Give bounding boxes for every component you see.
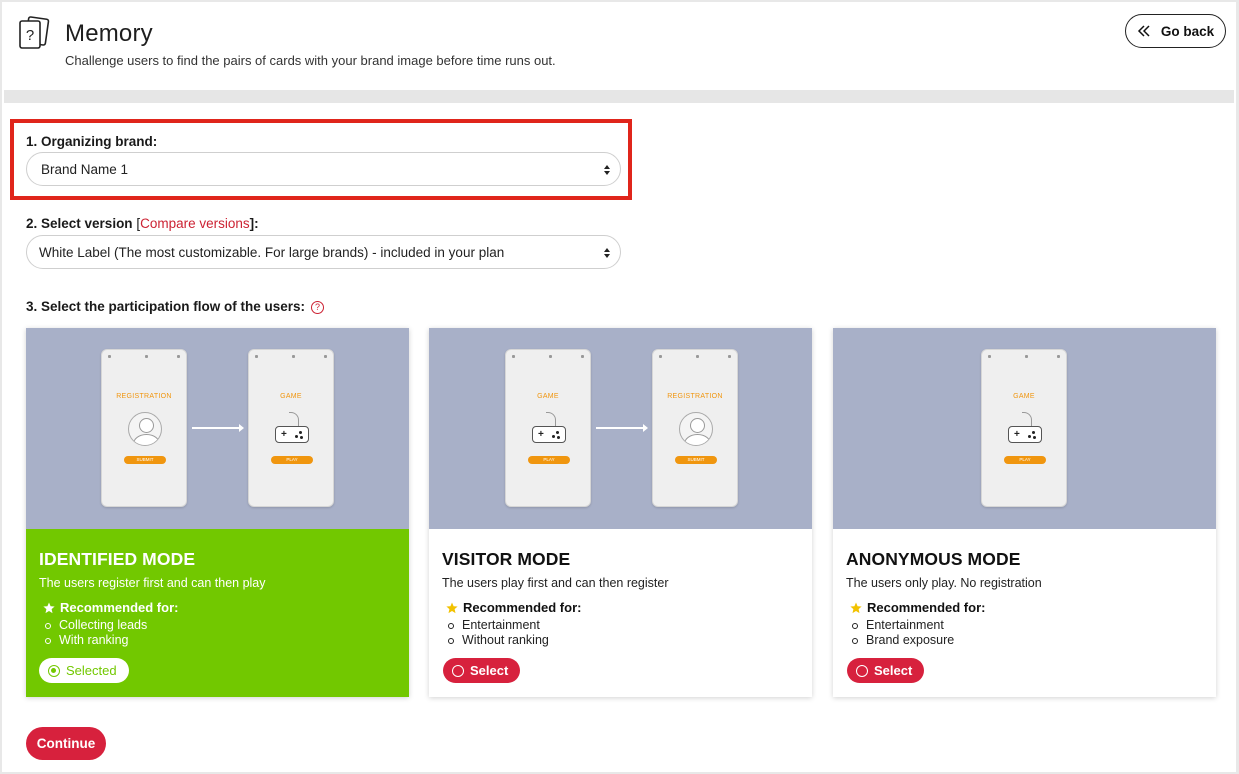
phone-button: SUBMIT (124, 456, 166, 464)
flow-arrow-icon (192, 424, 244, 432)
recommended-heading: Recommended for: (850, 600, 985, 615)
gamepad-icon: + (275, 426, 309, 443)
recommended-label: Recommended for: (60, 600, 179, 615)
memory-cards-icon: ? (19, 16, 50, 49)
radio-unchecked-icon (452, 664, 464, 677)
recommended-heading: Recommended for: (43, 600, 178, 615)
phone-title: GAME (280, 393, 302, 400)
svg-text:?: ? (26, 27, 34, 44)
star-icon (43, 602, 55, 613)
selected-button[interactable]: Selected (39, 658, 129, 683)
go-back-button[interactable]: Go back (1125, 14, 1226, 48)
participation-flow-text: 3. Select the participation flow of the … (26, 299, 306, 314)
phone-button: SUBMIT (675, 456, 717, 464)
header: ? Memory Challenge users to find the pai… (4, 4, 1234, 90)
recommended-label: Recommended for: (867, 600, 986, 615)
select-button[interactable]: Select (847, 658, 925, 683)
select-caret-icon (604, 165, 610, 175)
anonymous-flow-illustration: GAME + PLAY (833, 328, 1216, 529)
participation-flow-label: 3. Select the participation flow of the … (26, 299, 325, 314)
page-subtitle: Challenge users to find the pairs of car… (65, 53, 556, 68)
header-divider (4, 90, 1234, 103)
phone-title: GAME (537, 393, 559, 400)
list-item: With ranking (45, 633, 147, 648)
organizing-brand-label: 1. Organizing brand: (26, 134, 158, 149)
phone-title: REGISTRATION (667, 393, 723, 400)
go-back-label: Go back (1160, 23, 1215, 39)
gamepad-icon: + (532, 426, 566, 443)
page-title: Memory (65, 20, 153, 47)
phone-registration: REGISTRATION SUBMIT (652, 349, 738, 507)
selected-label: Selected (66, 663, 117, 678)
list-item: Collecting leads (45, 618, 147, 633)
identified-flow-illustration: REGISTRATION SUBMIT GAME + PLAY (26, 328, 409, 529)
star-icon (850, 602, 862, 613)
visitor-mode-card[interactable]: GAME + PLAY REGISTRATION SUBMIT VISITOR … (429, 328, 812, 697)
select-version-text: 2. Select version (26, 216, 133, 231)
recommended-label: Recommended for: (463, 600, 582, 615)
list-item: Brand exposure (852, 633, 954, 648)
phone-game: GAME + PLAY (248, 349, 334, 507)
recommended-list: Entertainment Brand exposure (852, 618, 954, 648)
user-avatar-icon (128, 412, 162, 446)
phone-game: GAME + PLAY (981, 349, 1067, 507)
flow-arrow-icon (596, 424, 648, 432)
organizing-brand-select[interactable]: Brand Name 1 (26, 152, 621, 186)
list-item: Entertainment (852, 618, 954, 633)
mode-title: VISITOR MODE (442, 549, 571, 569)
user-avatar-icon (679, 412, 713, 446)
recommended-list: Collecting leads With ranking (45, 618, 147, 648)
identified-mode-card[interactable]: REGISTRATION SUBMIT GAME + PLAY IDENTIFI… (26, 328, 409, 697)
select-label: Select (470, 663, 509, 678)
phone-button: PLAY (271, 456, 313, 464)
version-value: White Label (The most customizable. For … (39, 244, 505, 260)
select-caret-icon (604, 248, 610, 258)
mode-description: The users only play. No registration (846, 576, 1042, 590)
mode-description: The users play first and can then regist… (442, 576, 669, 590)
visitor-flow-illustration: GAME + PLAY REGISTRATION SUBMIT (429, 328, 812, 529)
phone-title: GAME (1013, 393, 1035, 400)
mode-title: IDENTIFIED MODE (39, 549, 196, 569)
star-icon (446, 602, 458, 613)
phone-button: PLAY (528, 456, 570, 464)
gamepad-icon: + (1008, 426, 1042, 443)
mode-description: The users register first and can then pl… (39, 576, 266, 590)
radio-checked-icon (48, 664, 60, 677)
organizing-brand-value: Brand Name 1 (41, 161, 129, 177)
phone-registration: REGISTRATION SUBMIT (101, 349, 187, 507)
mode-title: ANONYMOUS MODE (846, 549, 1021, 569)
select-button[interactable]: Select (443, 658, 521, 683)
continue-button[interactable]: Continue (26, 727, 106, 760)
radio-unchecked-icon (856, 664, 868, 677)
list-item: Without ranking (448, 633, 549, 648)
double-chevron-left-icon (1137, 25, 1150, 37)
compare-versions-link[interactable]: Compare versions (140, 216, 250, 231)
phone-button: PLAY (1004, 456, 1046, 464)
version-select[interactable]: White Label (The most customizable. For … (26, 235, 621, 269)
recommended-heading: Recommended for: (446, 600, 581, 615)
list-item: Entertainment (448, 618, 549, 633)
select-label: Select (874, 663, 913, 678)
anonymous-mode-card[interactable]: GAME + PLAY ANONYMOUS MODE The users onl… (833, 328, 1216, 697)
phone-game: GAME + PLAY (505, 349, 591, 507)
select-version-label: 2. Select version [Compare versions]: (26, 216, 259, 231)
recommended-list: Entertainment Without ranking (448, 618, 549, 648)
phone-title: REGISTRATION (116, 393, 172, 400)
help-icon[interactable]: ? (311, 301, 325, 314)
compare-bracket-close: ]: (249, 216, 259, 231)
